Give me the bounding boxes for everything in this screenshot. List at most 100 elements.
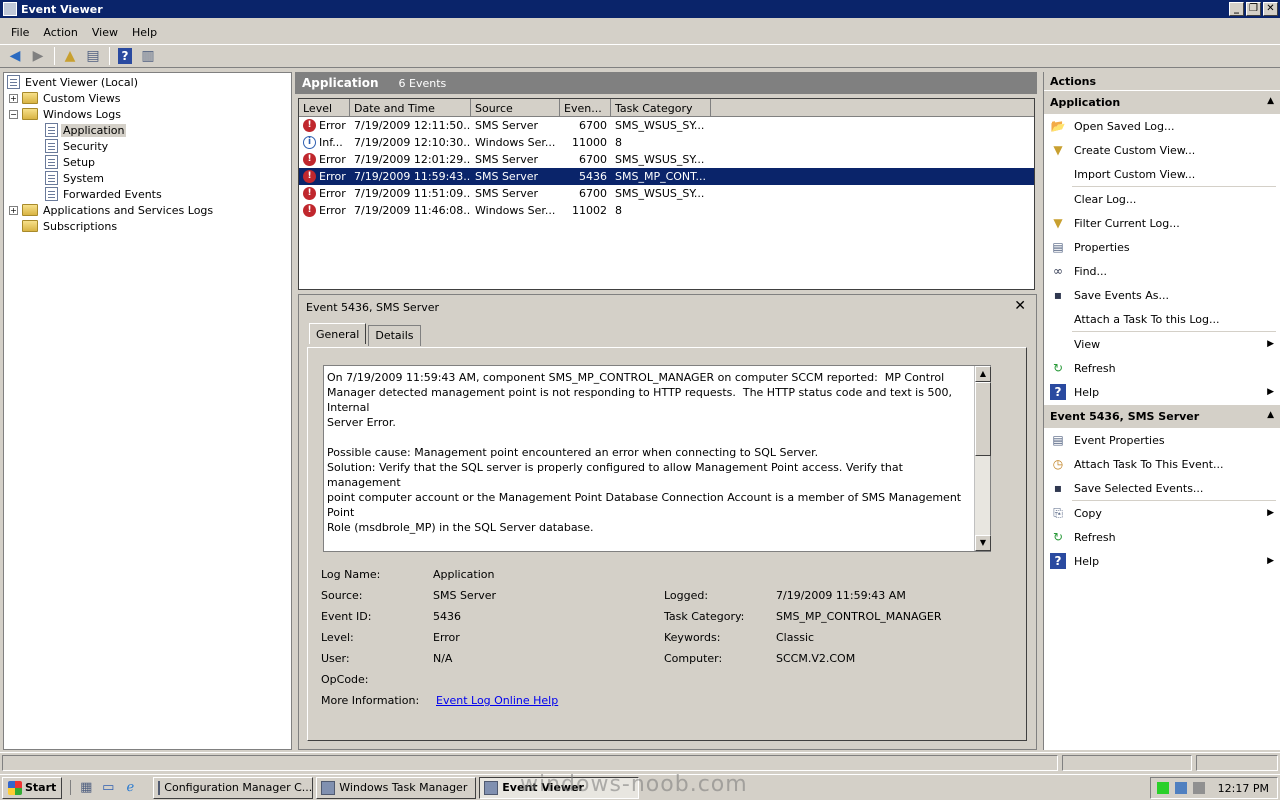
collapse-icon[interactable]: − [9, 109, 18, 119]
folder-icon [22, 92, 38, 104]
menu-view[interactable]: View [85, 26, 125, 39]
tree-label: Forwarded Events [63, 187, 162, 201]
tree-node-subscriptions[interactable]: Subscriptions [4, 218, 291, 234]
event-row[interactable]: ! Error 7/19/2009 11:51:09... SMS Server 670… [299, 185, 1034, 202]
task-windows-task-manager[interactable]: Windows Task Manager [316, 776, 477, 799]
refresh-icon: ↻ [1052, 361, 1064, 375]
actions-list-event: ▤ Event Properties ◷ Attach Task To This Ev… [1044, 428, 1280, 573]
up-folder-icon[interactable]: ▲ [59, 46, 81, 66]
event-log-online-help-link[interactable]: Event Log Online Help [436, 694, 558, 707]
menu-help[interactable]: Help [125, 26, 164, 39]
scroll-up-icon[interactable]: ▲ [975, 366, 991, 382]
tree-node-windows-logs[interactable]: − Windows Logs [4, 106, 291, 122]
close-icon[interactable]: ✕ [1014, 298, 1026, 314]
close-button[interactable]: ✕ [1263, 2, 1278, 16]
action-help[interactable]: ? Help ▶ [1044, 549, 1280, 573]
tree-node-root[interactable]: Event Viewer (Local) [4, 74, 291, 90]
scroll-down-icon[interactable]: ▼ [975, 535, 991, 551]
action-label: Refresh [1074, 361, 1116, 375]
show-hide-tree-icon[interactable]: ▤ [82, 46, 104, 66]
tree-node-custom-views[interactable]: + Custom Views [4, 90, 291, 106]
collapse-icon[interactable]: ▲ [1267, 410, 1274, 423]
action-copy[interactable]: ⎘ Copy ▶ [1044, 501, 1280, 525]
tree-node-forwarded-events[interactable]: Forwarded Events [4, 186, 291, 202]
properties-icon: ▤ [1052, 240, 1064, 254]
action-create-custom-view[interactable]: ▼ Create Custom View... [1044, 138, 1280, 162]
action-open-saved-log[interactable]: 📂 Open Saved Log... [1044, 114, 1280, 138]
task-configuration-manager[interactable]: Configuration Manager C... [153, 776, 314, 799]
expand-icon[interactable]: + [9, 205, 18, 215]
action-attach-task-to-this-event[interactable]: ◷ Attach Task To This Event... [1044, 452, 1280, 476]
menu-bar: File Action View Help [0, 22, 1280, 42]
network-icon[interactable] [1175, 782, 1187, 794]
column-level[interactable]: Level [299, 99, 350, 116]
show-hide-action-pane-icon[interactable]: ▥ [137, 46, 159, 66]
actions-section-event[interactable]: Event 5436, SMS Server ▲ [1044, 404, 1280, 428]
menu-file[interactable]: File [4, 26, 36, 39]
tab-general[interactable]: General [309, 323, 367, 344]
back-arrow-icon[interactable]: ◀ [4, 46, 26, 66]
cell-level-text: Error [319, 152, 346, 166]
description-scrollbar[interactable]: ▲ ▼ [974, 366, 991, 551]
tree-node-security[interactable]: Security [4, 138, 291, 154]
action-save-selected-events[interactable]: ▪ Save Selected Events... [1044, 476, 1280, 500]
clock[interactable]: 12:17 PM [1218, 782, 1269, 795]
action-clear-log[interactable]: Clear Log... [1044, 187, 1280, 211]
cell-source: SMS Server [475, 153, 539, 166]
expand-icon[interactable]: + [9, 93, 18, 103]
copy-icon: ⎘ [1053, 505, 1063, 520]
event-row[interactable]: ! Error 7/19/2009 12:11:50... SMS Server 670… [299, 117, 1034, 134]
internet-explorer-icon[interactable]: ℯ [119, 780, 141, 795]
event-row[interactable]: i Inf... 7/19/2009 12:10:30... Windows Ser.… [299, 134, 1034, 151]
column-source[interactable]: Source [471, 99, 560, 116]
help-icon[interactable]: ? [114, 46, 136, 66]
show-desktop-icon[interactable]: ▭ [97, 780, 119, 795]
actions-section-application[interactable]: Application ▲ [1044, 90, 1280, 114]
forward-arrow-icon[interactable]: ▶ [27, 46, 49, 66]
action-refresh[interactable]: ↻ Refresh [1044, 356, 1280, 380]
submenu-arrow-icon: ▶ [1267, 508, 1274, 518]
cell-event-id: 6700 [579, 119, 607, 132]
value-level: Error [433, 631, 460, 644]
tree-node-apps-services[interactable]: + Applications and Services Logs [4, 202, 291, 218]
log-icon [45, 123, 58, 137]
restore-button[interactable]: ❐ [1246, 2, 1261, 16]
event-row[interactable]: ! Error 7/19/2009 11:46:08... Windows Ser..… [299, 202, 1034, 219]
tree-node-setup[interactable]: Setup [4, 154, 291, 170]
quick-launch: ▦ ▭ ℯ [70, 780, 141, 795]
cell-date: 7/19/2009 11:51:09... [354, 187, 471, 200]
volume-icon[interactable] [1193, 782, 1205, 794]
action-properties[interactable]: ▤ Properties [1044, 235, 1280, 259]
label-more-info: More Information: [321, 694, 420, 707]
action-attach-a-task-to-this-log[interactable]: Attach a Task To this Log... [1044, 307, 1280, 331]
action-save-events-as[interactable]: ▪ Save Events As... [1044, 283, 1280, 307]
blank-icon [1050, 311, 1066, 327]
start-button[interactable]: Start [2, 776, 63, 799]
folder-icon [22, 204, 38, 216]
column-event-id[interactable]: Even... [560, 99, 611, 116]
action-view[interactable]: View ▶ [1044, 332, 1280, 356]
action-event-properties[interactable]: ▤ Event Properties [1044, 428, 1280, 452]
minimize-button[interactable]: _ [1229, 2, 1244, 16]
action-import-custom-view[interactable]: Import Custom View... [1044, 162, 1280, 186]
menu-action[interactable]: Action [36, 26, 84, 39]
tree-node-application[interactable]: Application [4, 122, 291, 138]
column-date[interactable]: Date and Time [350, 99, 471, 116]
action-help[interactable]: ? Help ▶ [1044, 380, 1280, 404]
tree-label: Security [63, 139, 109, 153]
server-manager-icon[interactable]: ▦ [75, 780, 97, 795]
column-task-category[interactable]: Task Category [611, 99, 711, 116]
event-viewer-icon [484, 780, 499, 795]
action-find[interactable]: ∞ Find... [1044, 259, 1280, 283]
tree-node-system[interactable]: System [4, 170, 291, 186]
scroll-thumb[interactable] [975, 382, 991, 456]
event-row[interactable]: ! Error 7/19/2009 12:01:29... SMS Server 670… [299, 151, 1034, 168]
action-filter-current-log[interactable]: ▼ Filter Current Log... [1044, 211, 1280, 235]
collapse-icon[interactable]: ▲ [1267, 96, 1274, 109]
tab-details[interactable]: Details [368, 325, 421, 346]
status-indicator-icon[interactable] [1157, 782, 1169, 794]
action-refresh[interactable]: ↻ Refresh [1044, 525, 1280, 549]
event-row[interactable]: ! Error 7/19/2009 11:59:43... SMS Server 543… [299, 168, 1034, 185]
action-label: Help [1074, 554, 1100, 568]
status-bar [0, 752, 1280, 772]
